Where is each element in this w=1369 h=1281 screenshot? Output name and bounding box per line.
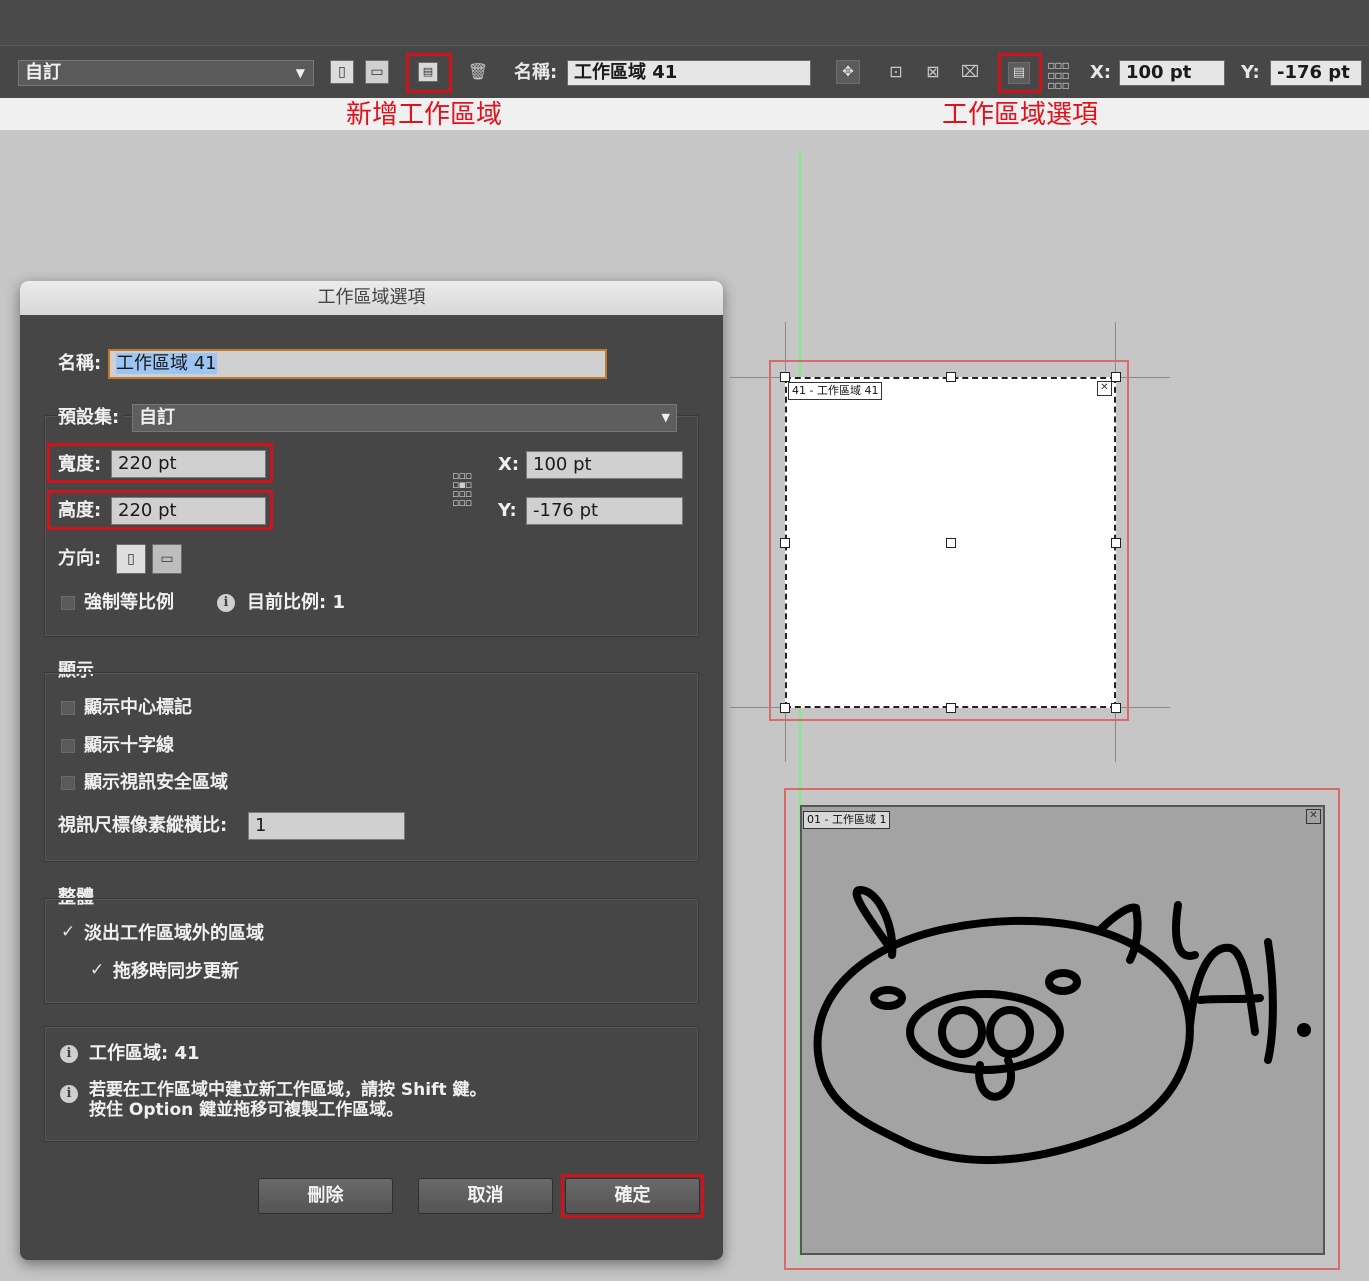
reference-point-icon[interactable]: ▫▫▫ ▫▪▫ ▫▫▫ ▫▫▫ xyxy=(452,470,472,508)
pig-right-eye xyxy=(1045,969,1081,995)
preset-dropdown[interactable]: 自訂 ▼ xyxy=(18,60,314,86)
name-label: 名稱: xyxy=(514,62,558,83)
width-field[interactable]: 220 pt xyxy=(111,450,266,478)
artboard-control-bar: 自訂 ▼ ▯ ▭ ▤ 🗑 名稱: 工作區域 41 ✥ ⊡ ⊠ ⌧ ▤ ▫▫▫ ▫▫… xyxy=(0,45,1369,99)
current-ratio-label: 目前比例: 1 xyxy=(247,592,345,613)
pig-nostril-left xyxy=(938,1006,986,1058)
preset-dropdown-value: 自訂 xyxy=(139,407,175,428)
resize-handle-b[interactable] xyxy=(946,703,956,713)
orientation-label: 方向: xyxy=(58,548,102,569)
artboard-41-label: 41 - 工作區域 41 xyxy=(788,382,883,400)
resize-handle-r[interactable] xyxy=(1111,538,1121,548)
pig-doodle xyxy=(813,886,1311,1164)
artboard-options-highlight xyxy=(998,53,1042,93)
x-label: X: xyxy=(1090,62,1112,83)
artboard-options-annotation: 工作區域選項 xyxy=(942,100,1099,130)
pig-tongue xyxy=(975,1056,1015,1101)
update-while-dragging-label: 拖移時同步更新 xyxy=(113,961,239,982)
height-field[interactable]: 220 pt xyxy=(111,497,266,525)
portrait-orientation-button[interactable]: ▯ xyxy=(116,544,146,574)
handwriting-a xyxy=(1186,943,1264,1036)
cancel-button[interactable]: 取消 xyxy=(418,1178,553,1214)
new-artboard-highlight xyxy=(406,53,452,93)
constrain-proportions-checkbox[interactable] xyxy=(61,596,75,610)
artboard-name-field[interactable]: 工作區域 41 xyxy=(567,60,811,86)
show-video-safe-icon[interactable]: ⌧ xyxy=(958,60,982,84)
dialog-name-field[interactable]: 工作區域 41 xyxy=(108,349,607,379)
reference-point-icon[interactable]: ▫▫▫ ▫▫▫ ▫▫▫ xyxy=(1046,59,1070,91)
center-mark xyxy=(946,538,956,548)
dialog-name-label: 名稱: xyxy=(58,353,102,374)
new-artboard-annotation: 新增工作區域 xyxy=(346,100,503,130)
height-label: 高度: xyxy=(58,500,102,521)
artboards-count-label: 工作區域: 41 xyxy=(89,1043,200,1064)
update-while-dragging-checkbox[interactable]: ✓ xyxy=(90,960,104,980)
show-cross-hairs-checkbox[interactable] xyxy=(61,739,75,753)
info-icon: i xyxy=(60,1085,78,1103)
width-label: 寬度: xyxy=(58,454,102,475)
landscape-orientation-button[interactable]: ▭ xyxy=(152,544,182,574)
delete-button[interactable]: 刪除 xyxy=(258,1178,393,1214)
resize-handle-tl[interactable] xyxy=(780,372,790,382)
close-artboard-icon[interactable]: ✕ xyxy=(1097,381,1112,396)
x-position-field[interactable]: 100 pt xyxy=(1119,60,1225,86)
resize-handle-tr[interactable] xyxy=(1111,372,1121,382)
global-group xyxy=(44,898,699,1004)
preset-dropdown[interactable]: 自訂 ▼ xyxy=(132,404,677,432)
video-ruler-field[interactable]: 1 xyxy=(248,812,405,840)
handwriting-y xyxy=(1172,901,1199,960)
tip-line-2: 按住 Option 鍵並拖移可複製工作區域。 xyxy=(89,1100,404,1120)
fade-outside-label: 淡出工作區域外的區域 xyxy=(84,923,264,944)
preset-value: 自訂 xyxy=(25,62,61,83)
ok-button-highlight xyxy=(561,1174,704,1218)
fade-outside-checkbox[interactable]: ✓ xyxy=(61,922,75,942)
show-center-mark-icon[interactable]: ⊡ xyxy=(884,60,908,84)
trash-icon[interactable]: 🗑 xyxy=(466,60,490,84)
annotation-strip xyxy=(0,98,1369,130)
show-center-mark-checkbox[interactable] xyxy=(61,701,75,715)
chevron-down-icon: ▼ xyxy=(661,411,670,424)
handwriting-dot xyxy=(1297,1023,1311,1037)
artboard-1-label: 01 - 工作區域 1 xyxy=(803,811,891,829)
resize-handle-bl[interactable] xyxy=(780,703,790,713)
info-icon: i xyxy=(217,594,235,612)
dialog-x-label: X: xyxy=(498,454,520,475)
show-center-mark-label: 顯示中心標記 xyxy=(84,697,192,718)
dialog-name-value: 工作區域 41 xyxy=(116,353,217,374)
landscape-orientation-button[interactable]: ▭ xyxy=(365,60,389,84)
app-title-bar xyxy=(0,0,1369,45)
dialog-y-label: Y: xyxy=(498,500,517,521)
show-video-safe-checkbox[interactable] xyxy=(61,776,75,790)
resize-handle-br[interactable] xyxy=(1111,703,1121,713)
move-with-artboard-button[interactable]: ✥ xyxy=(836,60,860,84)
preset-label: 預設集: xyxy=(58,406,124,430)
artboard-options-dialog: 工作區域選項 名稱: 工作區域 41 預設集: 自訂 ▼ 寬度: 220 pt … xyxy=(20,281,723,1260)
chevron-down-icon: ▼ xyxy=(295,66,305,80)
show-cross-hairs-icon[interactable]: ⊠ xyxy=(921,60,945,84)
pig-left-eye xyxy=(870,986,906,1010)
pig-nostril-right xyxy=(986,1006,1034,1058)
dialog-y-field[interactable]: -176 pt xyxy=(526,497,683,525)
show-video-safe-label: 顯示視訊安全區域 xyxy=(84,772,228,793)
resize-handle-t[interactable] xyxy=(946,372,956,382)
show-cross-hairs-label: 顯示十字線 xyxy=(84,735,174,756)
close-artboard-icon[interactable]: ✕ xyxy=(1306,809,1321,824)
dialog-x-field[interactable]: 100 pt xyxy=(526,451,683,479)
handwriting-exclamation xyxy=(1264,938,1277,1064)
constrain-proportions-label: 強制等比例 xyxy=(84,592,174,613)
dialog-title: 工作區域選項 xyxy=(20,281,723,315)
video-ruler-label: 視訊尺標像素縱橫比: xyxy=(58,815,228,836)
resize-handle-l[interactable] xyxy=(780,538,790,548)
portrait-orientation-button[interactable]: ▯ xyxy=(330,60,354,84)
tip-line-1: 若要在工作區域中建立新工作區域，請按 Shift 鍵。 xyxy=(89,1080,487,1100)
y-position-field[interactable]: -176 pt xyxy=(1270,60,1362,86)
pig-left-ear xyxy=(852,886,897,959)
info-icon: i xyxy=(60,1045,78,1063)
y-label: Y: xyxy=(1241,62,1260,83)
